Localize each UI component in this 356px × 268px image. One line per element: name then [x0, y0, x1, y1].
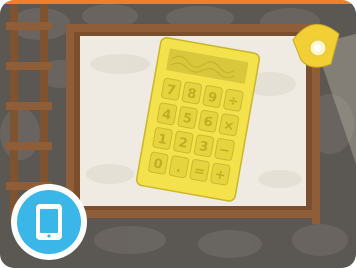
calculator-key[interactable]: ÷ [223, 88, 244, 112]
calculator-key[interactable]: 1 [152, 127, 173, 150]
calculator-key[interactable]: 8 [181, 81, 203, 105]
calculator-key[interactable]: = [189, 159, 210, 182]
calculator-key[interactable]: 2 [173, 130, 194, 154]
device-badge-fill [17, 190, 81, 254]
calculator-key[interactable]: 9 [202, 85, 223, 108]
calculator-key[interactable]: × [218, 113, 240, 137]
device-badge[interactable]: tablet-icon [11, 184, 87, 260]
calculator-key[interactable]: 7 [161, 77, 182, 101]
tablet-icon [36, 204, 62, 240]
calculator-key[interactable]: 0 [148, 151, 169, 175]
calculator-key[interactable]: 3 [193, 134, 215, 158]
calculator-key[interactable]: − [214, 138, 235, 161]
calculator-key[interactable]: 6 [198, 109, 219, 133]
calculator-key[interactable]: . [168, 155, 190, 179]
calculator-key[interactable]: + [210, 162, 231, 186]
calculator-key[interactable]: 5 [177, 106, 198, 129]
calculator-key[interactable]: 4 [156, 102, 178, 126]
game-card[interactable]: 789÷ 456× 123− 0.=+ tablet-icon [0, 0, 356, 268]
